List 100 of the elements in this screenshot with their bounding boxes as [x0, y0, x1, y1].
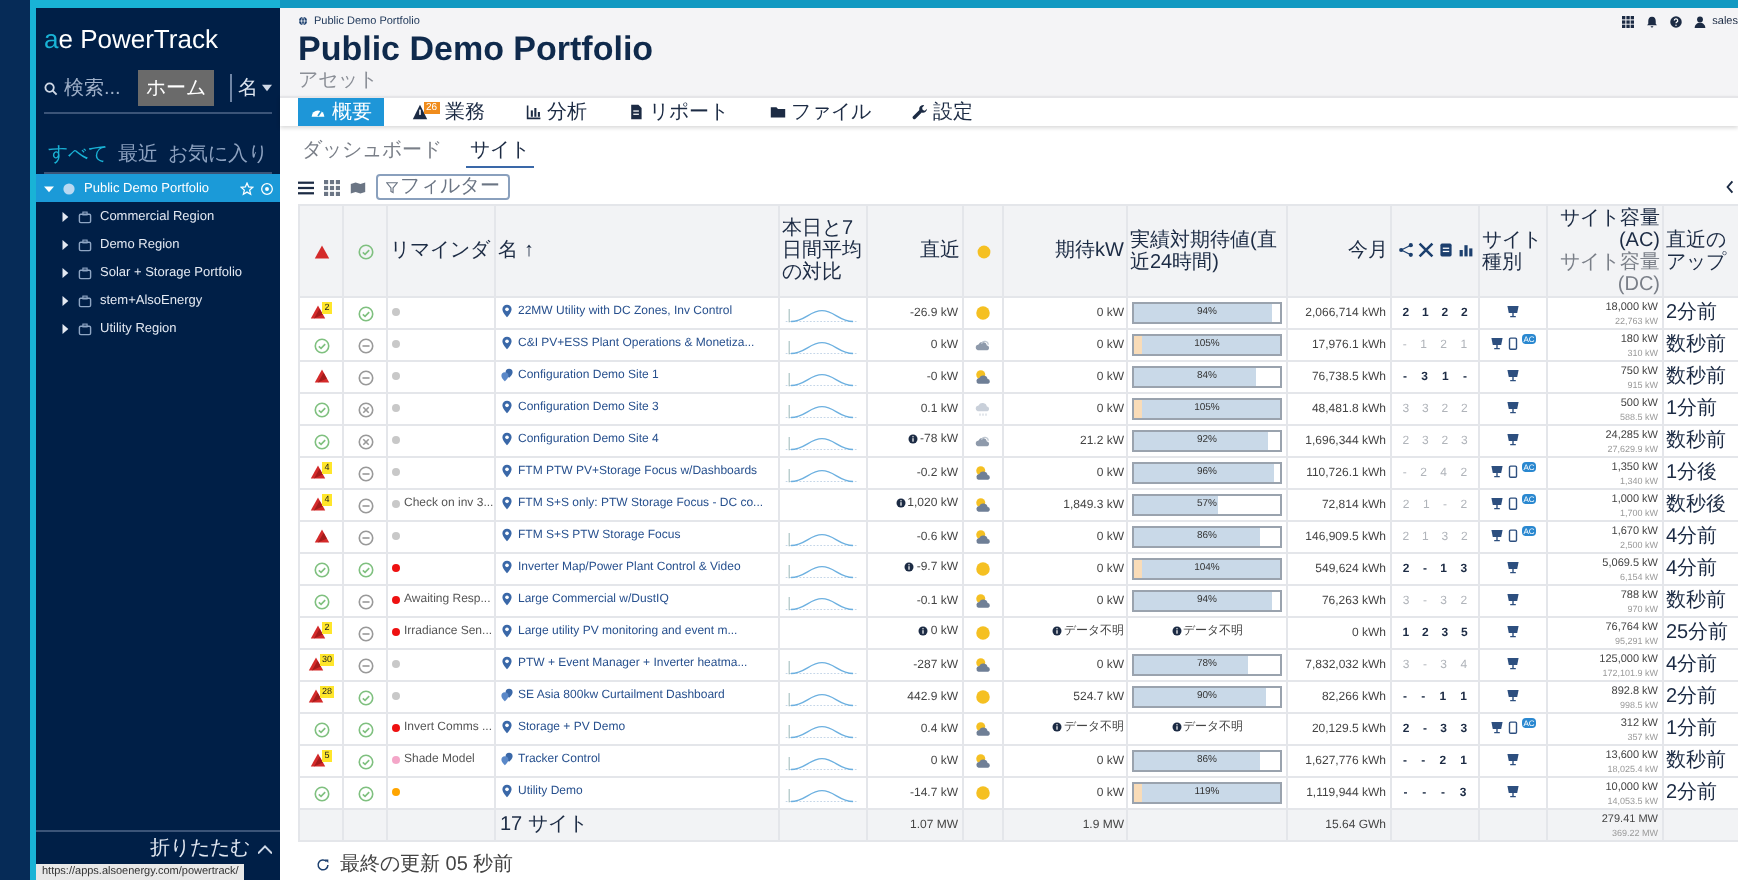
refresh-icon[interactable]: [316, 857, 330, 871]
star-icon[interactable]: [240, 181, 254, 195]
help-icon[interactable]: [1670, 15, 1683, 27]
sort-arrow[interactable]: ↑: [524, 240, 534, 262]
solar-panel-icon: [1506, 688, 1520, 702]
user-icon[interactable]: [1694, 15, 1707, 27]
chevron-icon: [60, 323, 70, 333]
column-header[interactable]: 名: [498, 240, 518, 262]
map-pin-icon: [500, 464, 514, 478]
briefcase-icon: [78, 321, 92, 335]
sun-cloud-icon: [974, 752, 992, 770]
last-update: 4分前: [1666, 653, 1718, 675]
minus-circle-icon: [357, 593, 373, 609]
last-update: 数秒前: [1666, 365, 1726, 387]
rain-cloud-icon: [974, 400, 992, 418]
sub-tab[interactable]: サイト: [466, 134, 534, 168]
chevron-icon: [44, 183, 54, 193]
nav-tab[interactable]: 設定: [899, 98, 986, 126]
sun-icon: [974, 784, 992, 802]
check-circle-icon: [313, 337, 329, 353]
check-circle-icon: [357, 753, 373, 769]
sun-cloud-icon: [974, 528, 992, 546]
alert-icon: [313, 243, 329, 259]
apps-grid-icon[interactable]: [1622, 15, 1635, 27]
minus-circle-icon: [357, 657, 373, 673]
document-icon: [1437, 241, 1453, 257]
solar-panel-icon: [1506, 368, 1520, 382]
page-subtitle: アセット: [298, 70, 380, 92]
sun-icon: [975, 243, 991, 259]
check-circle-icon: [357, 305, 373, 321]
sidebar-tab[interactable]: すべて: [44, 138, 112, 172]
sun-cloud-icon: [974, 368, 992, 386]
minus-circle-icon: [357, 529, 373, 545]
sidebar-tab[interactable]: 最近: [114, 138, 162, 172]
nav-tab[interactable]: 分析: [513, 98, 600, 126]
sun-cloud-icon: [974, 592, 992, 610]
nav-tab[interactable]: リポート: [615, 98, 742, 126]
map-pin-icon: [500, 720, 514, 734]
bell-icon[interactable]: [1646, 15, 1659, 27]
search-icon: [44, 81, 58, 95]
list-view-icon[interactable]: [298, 179, 314, 195]
solar-panel-icon: [1506, 432, 1520, 446]
caret-icon: [262, 84, 272, 92]
map-pin-icon: [500, 624, 514, 638]
last-update: 数秒前: [1666, 333, 1726, 355]
briefcase-icon: [78, 293, 92, 307]
sidebar-tab[interactable]: お気に入り: [164, 138, 272, 172]
alert-icon[interactable]: [313, 367, 329, 383]
solar-panel-icon: [1506, 592, 1520, 606]
filter-button[interactable]: フィルター: [376, 174, 510, 200]
check-circle-icon: [313, 401, 329, 417]
map-pins-icon: [500, 688, 514, 702]
sun-icon: [974, 560, 992, 578]
last-update: 4分前: [1666, 557, 1718, 579]
info-icon: [1171, 626, 1181, 637]
chevron-icon: [60, 239, 70, 249]
last-update: 数秒前: [1666, 749, 1726, 771]
briefcase-icon: [78, 237, 92, 251]
map-pin-icon: [500, 528, 514, 542]
minus-circle-icon: [357, 625, 373, 641]
solar-panel-icon: [1489, 528, 1504, 542]
map-pins-icon: [500, 368, 514, 382]
solar-panel-icon: [1489, 336, 1504, 350]
settings-icon[interactable]: [260, 181, 274, 195]
last-update: 数秒前: [1666, 429, 1726, 451]
solar-panel-icon: [1506, 784, 1520, 798]
sub-tab[interactable]: ダッシュボード: [298, 134, 446, 168]
search-field[interactable]: 検索...: [64, 77, 132, 99]
minus-circle-icon: [357, 369, 373, 385]
last-updated-text: 最終の更新 05 秒前: [340, 851, 514, 878]
gauge-icon: [310, 104, 326, 120]
check-circle-icon: [357, 689, 373, 705]
caret-icon: [258, 843, 272, 853]
last-update: 4分前: [1666, 525, 1718, 547]
briefcase-icon: [78, 209, 92, 223]
last-update: 数秒前: [1666, 589, 1726, 611]
map-pin-icon: [500, 336, 514, 350]
last-update: 2分前: [1666, 685, 1718, 707]
chevron-left-icon[interactable]: [1726, 180, 1734, 194]
nav-tab[interactable]: ファイル: [757, 98, 884, 126]
site-count: 17 サイト: [500, 813, 588, 835]
sun-icon: [974, 304, 992, 322]
last-update: 2分前: [1666, 781, 1718, 803]
sort-dropdown[interactable]: 名: [230, 74, 272, 102]
chevron-icon: [60, 267, 70, 277]
bar-chart-icon: [525, 104, 542, 120]
sun-cloud-icon: [974, 464, 992, 482]
map-pin-icon: [500, 496, 514, 510]
column-subheader: サイト容量 (DC): [1558, 251, 1660, 295]
last-update: 2分前: [1666, 301, 1718, 323]
sun-cloud-icon: [974, 656, 992, 674]
cloud-icon: [974, 336, 992, 354]
last-update: 1分前: [1666, 717, 1718, 739]
home-button[interactable]: ホーム: [138, 70, 214, 106]
map-view-icon[interactable]: [350, 179, 366, 195]
briefcase-icon: [78, 265, 92, 279]
grid-view-icon[interactable]: [324, 179, 340, 195]
alert-icon[interactable]: [313, 527, 329, 543]
solar-panel-icon: [1506, 560, 1520, 574]
solar-panel-icon: [1506, 400, 1520, 414]
